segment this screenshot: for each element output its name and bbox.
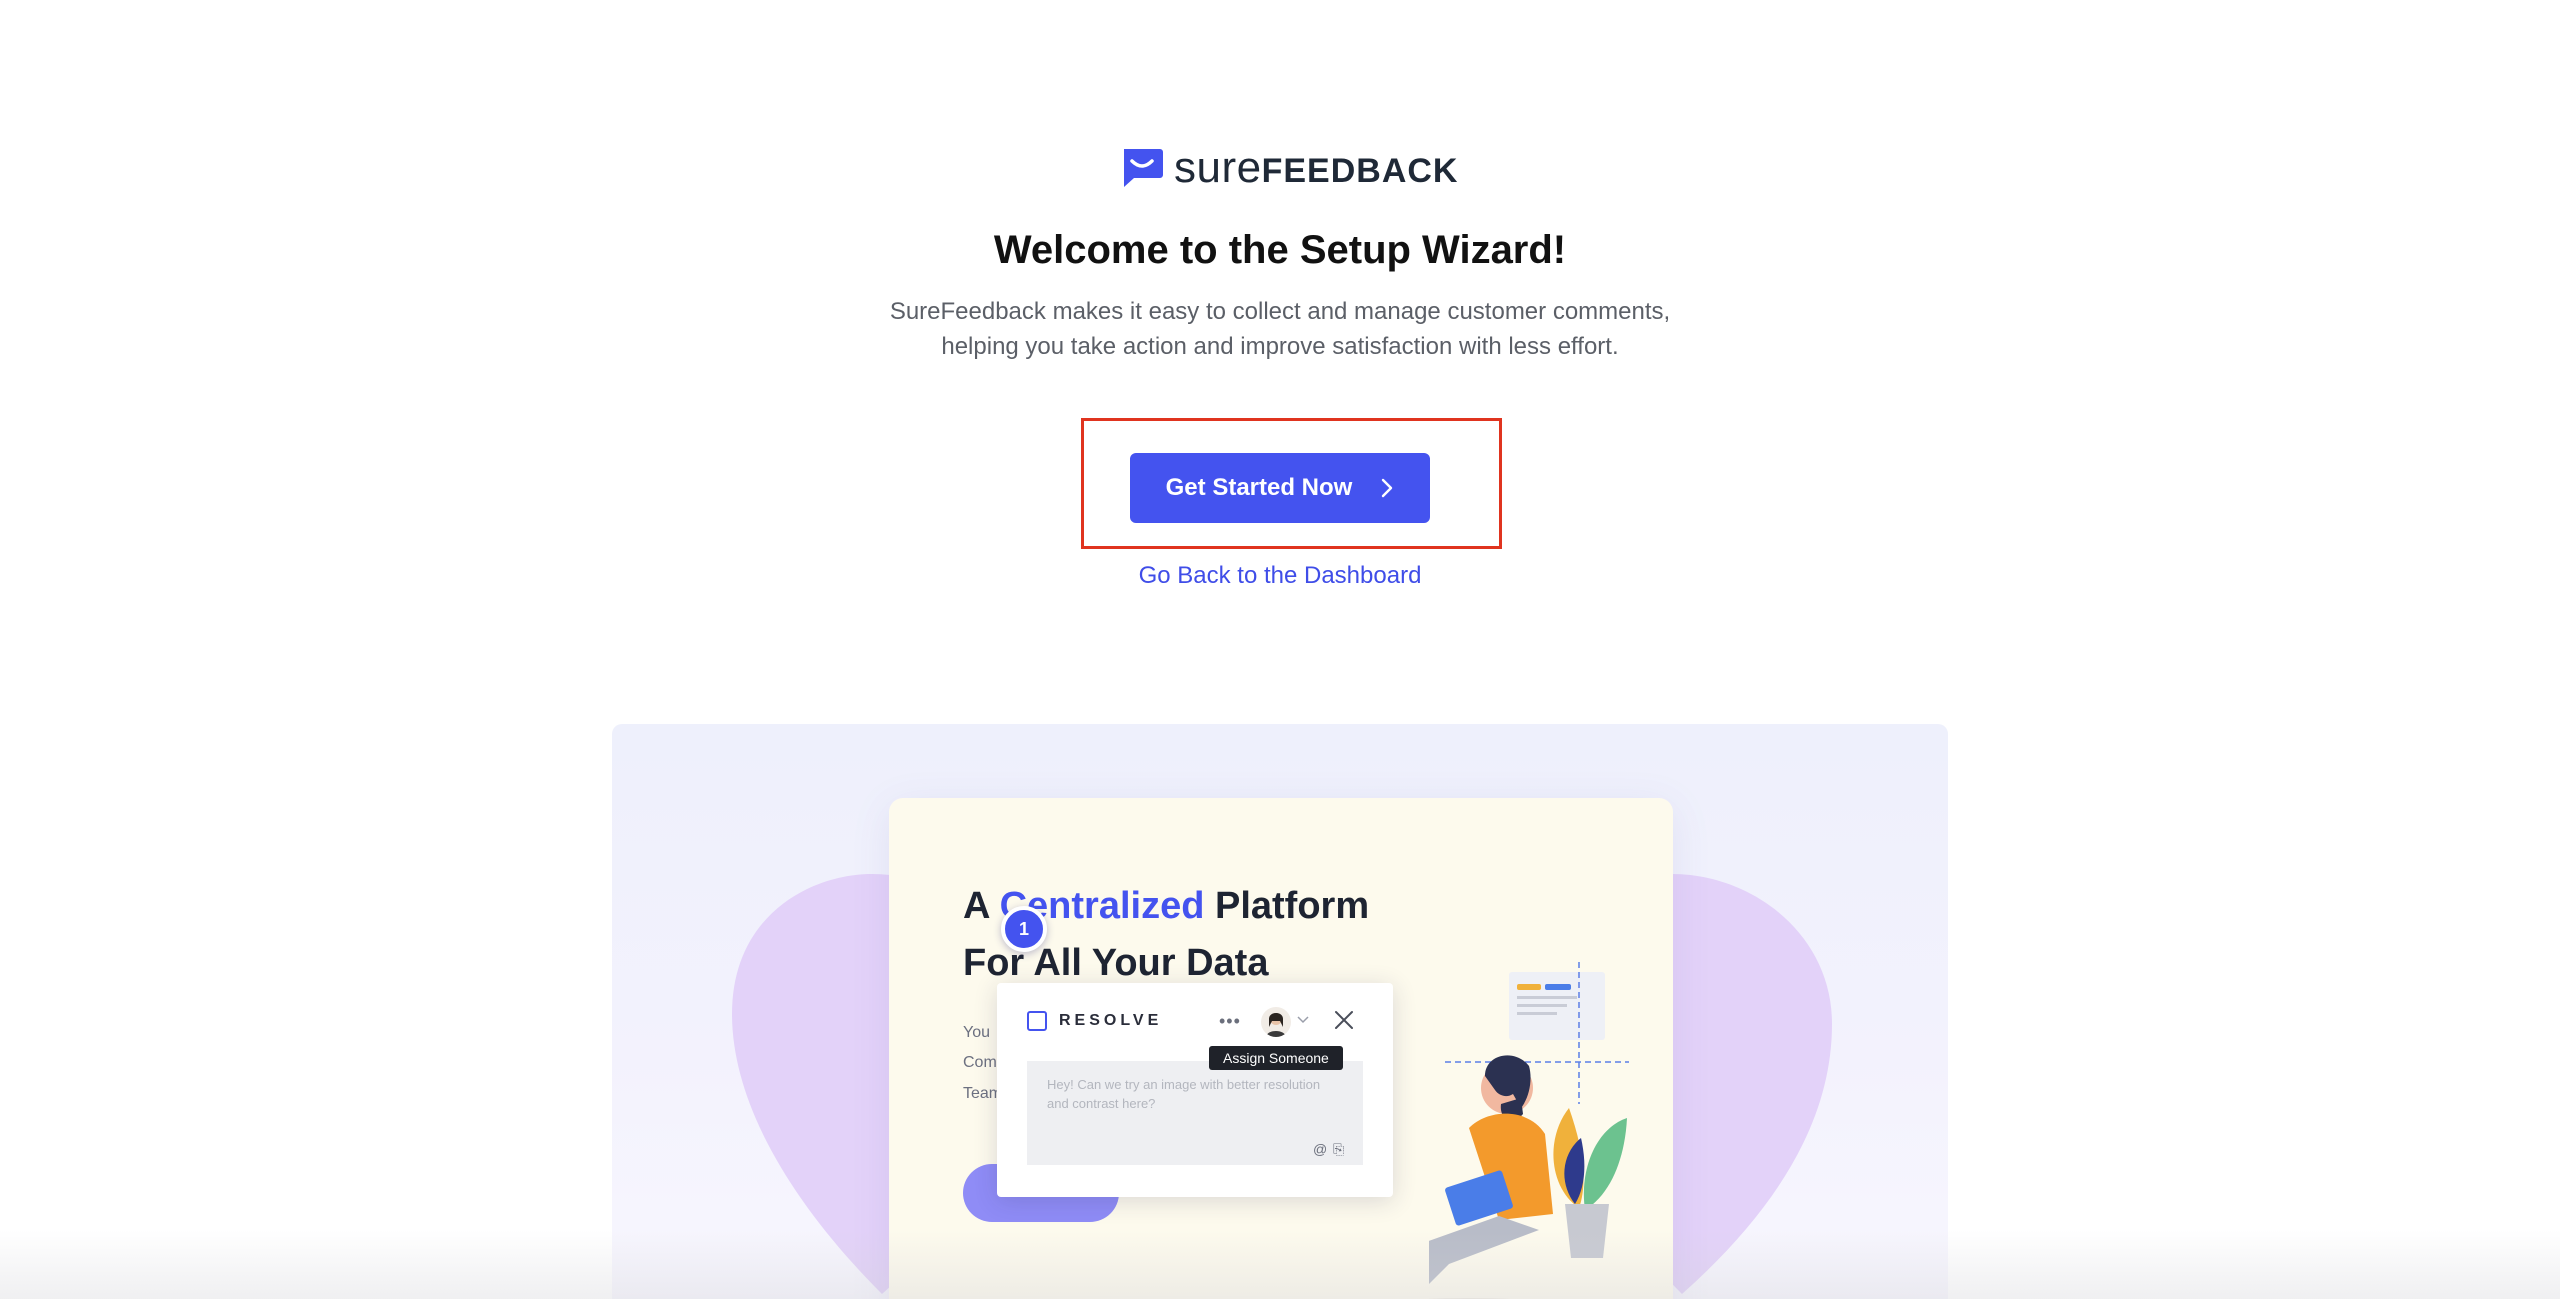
setup-wizard-page: sureFEEDBACK Welcome to the Setup Wizard… [0, 0, 2560, 1299]
avatar-portrait-icon [1266, 1013, 1286, 1037]
comment-input: Hey! Can we try an image with better res… [1027, 1061, 1363, 1165]
assign-tooltip: Assign Someone [1209, 1046, 1343, 1070]
brand-name-bold: FEEDBACK [1261, 152, 1459, 190]
hero-illustration: A Centralized Platform For All Your Data… [612, 724, 1948, 1299]
hero-body-fragment: You [963, 1024, 990, 1041]
get-started-button[interactable]: Get Started Now [1130, 453, 1430, 523]
attach-icon: ⎘ [1333, 1141, 1345, 1157]
brand-logo: sureFEEDBACK [1120, 146, 1459, 190]
more-dots-icon: ••• [1219, 1011, 1241, 1031]
mention-icon: @ [1313, 1141, 1328, 1157]
avatar [1261, 1007, 1291, 1037]
brand-wordmark: sureFEEDBACK [1174, 146, 1459, 190]
comment-popup: RESOLVE ••• Hey! Can we try an image wit… [997, 983, 1393, 1197]
get-started-label: Get Started Now [1165, 474, 1353, 501]
chevron-down-icon [1297, 1016, 1309, 1024]
speech-bubble-smile-icon [1124, 149, 1163, 187]
comment-marker: 1 [1001, 906, 1047, 952]
page-description: SureFeedback makes it easy to collect an… [889, 298, 1671, 360]
comment-placeholder: Hey! Can we try an image with better res… [1047, 1077, 1321, 1111]
page-title: Welcome to the Setup Wizard! [993, 228, 1567, 272]
hero-card: A Centralized Platform For All Your Data… [889, 798, 1673, 1299]
resolve-label: RESOLVE [1059, 1012, 1163, 1029]
close-icon [1335, 1011, 1353, 1029]
resolve-checkbox [1027, 1011, 1047, 1031]
hero-heading-line2: For All Your Data [963, 942, 1269, 984]
back-to-dashboard-link[interactable]: Go Back to the Dashboard [0, 562, 2560, 590]
hero-body-fragment: Com [963, 1054, 997, 1071]
person-with-laptop-illustration [1429, 962, 1629, 1299]
brand-name-light: sure [1174, 143, 1262, 192]
chevron-right-icon [1382, 478, 1393, 498]
hero-heading-pre: A [963, 885, 1000, 927]
hero-heading-post: Platform [1204, 885, 1370, 927]
